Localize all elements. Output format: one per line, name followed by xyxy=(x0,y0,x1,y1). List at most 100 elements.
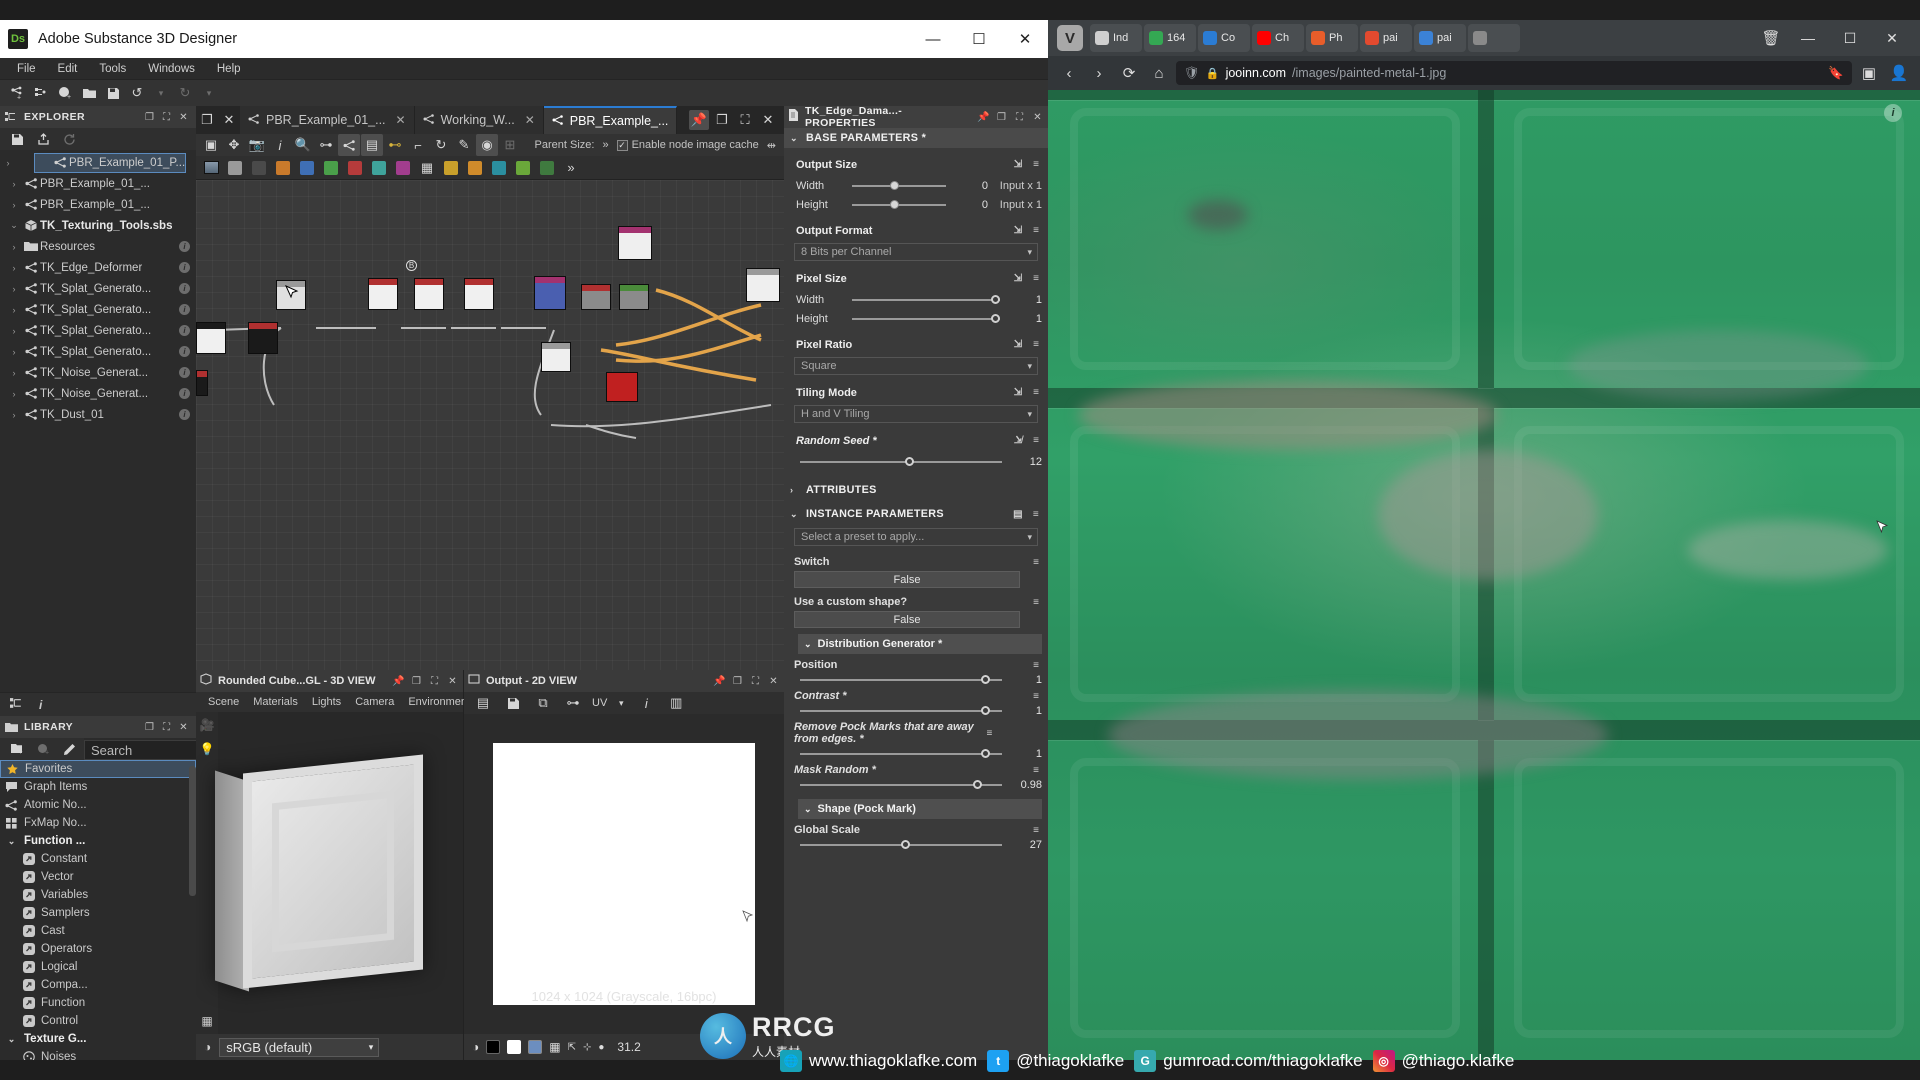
close-icon[interactable]: ✕ xyxy=(177,111,190,124)
library-item[interactable]: Cast xyxy=(0,922,196,940)
tab-working-w[interactable]: Working_W... ✕ xyxy=(414,106,544,134)
info-icon[interactable]: i xyxy=(179,241,190,252)
swatch-lime-icon[interactable] xyxy=(512,157,534,179)
restore-icon[interactable]: ❐ xyxy=(143,111,156,124)
close-icon[interactable]: ✕ xyxy=(1031,111,1044,124)
zoom-icon[interactable]: 🔍 xyxy=(292,134,314,156)
explorer-item[interactable]: › TK_Edge_Deformer i xyxy=(0,257,196,278)
reload-icon[interactable]: ⟳ xyxy=(1116,60,1142,86)
chevron-down-icon[interactable]: ▾ xyxy=(615,692,627,714)
chevron-right-icon[interactable]: › xyxy=(6,410,22,420)
library-item[interactable]: Constant xyxy=(0,850,196,868)
menu-environment[interactable]: Environment xyxy=(408,696,470,708)
menu-file[interactable]: File xyxy=(6,58,47,80)
more-icon[interactable]: » xyxy=(560,157,582,179)
render-icon[interactable]: ▦ xyxy=(201,1014,212,1028)
float-icon[interactable]: ⛶ xyxy=(735,110,755,130)
explorer-item[interactable]: › Resources i xyxy=(0,236,196,257)
output-format-select[interactable]: 8 Bits per Channel ▾ xyxy=(794,243,1038,261)
chevron-right-icon[interactable]: › xyxy=(0,158,16,168)
graph-node[interactable] xyxy=(606,372,638,402)
info-icon[interactable]: i xyxy=(179,388,190,399)
new-folder-icon[interactable]: + xyxy=(8,740,26,758)
dot-icon[interactable]: ● xyxy=(598,1042,604,1053)
library-item[interactable]: Function xyxy=(0,994,196,1012)
refresh-icon[interactable]: ↻ xyxy=(430,134,452,156)
reload-icon[interactable] xyxy=(60,130,78,148)
panel-icon[interactable]: ▣ xyxy=(1856,60,1882,86)
rgb-swatch[interactable] xyxy=(528,1040,543,1054)
chevron-right-icon[interactable]: › xyxy=(6,326,22,336)
menu-help[interactable]: Help xyxy=(206,58,252,80)
move-icon[interactable]: ✥ xyxy=(223,134,245,156)
browser-tab[interactable] xyxy=(1468,24,1520,52)
minimize-button[interactable]: — xyxy=(1790,23,1826,53)
browser-tab[interactable]: Ind xyxy=(1090,24,1142,52)
mask-random-row[interactable]: 0.98 xyxy=(784,777,1048,793)
menu-camera[interactable]: Camera xyxy=(355,696,394,708)
library-list[interactable]: Favorites Graph Items Atomic No... FxMap No… xyxy=(0,760,196,1060)
mask-random-slider[interactable] xyxy=(800,779,1002,791)
chevron-right-icon[interactable]: › xyxy=(6,389,22,399)
explorer-item[interactable]: › PBR_Example_01_... xyxy=(0,173,196,194)
open-icon[interactable] xyxy=(78,82,100,104)
menu-windows[interactable]: Windows xyxy=(137,58,206,80)
global-scale-slider[interactable] xyxy=(800,839,1002,851)
explorer-item[interactable]: › PBR_Example_01_... xyxy=(0,194,196,215)
restore-icon[interactable]: ❐ xyxy=(731,675,744,688)
output-height-row[interactable]: Height 0 Input x 1 xyxy=(784,195,1048,214)
histogram-icon[interactable]: ▥ xyxy=(665,692,687,714)
library-item[interactable]: Noises xyxy=(0,1048,196,1060)
info-icon[interactable]: i xyxy=(269,134,291,156)
swatch-red-icon[interactable] xyxy=(344,157,366,179)
graph-node[interactable] xyxy=(541,342,571,372)
redo-icon[interactable]: ↻ xyxy=(174,82,196,104)
library-item[interactable]: ⌄ Function ... xyxy=(0,832,196,850)
bitmap-icon[interactable]: ◉ xyxy=(476,134,498,156)
pin-icon[interactable]: 📌 xyxy=(689,110,709,130)
swatch-dark-icon[interactable] xyxy=(248,157,270,179)
contrast-slider[interactable] xyxy=(800,705,1002,717)
output-width-row[interactable]: Width 0 Input x 1 xyxy=(784,176,1048,195)
library-item[interactable]: Control xyxy=(0,1012,196,1030)
contrast-row[interactable]: 1 xyxy=(784,703,1048,719)
tabbar-float-icon[interactable]: ❐ xyxy=(196,109,218,131)
swatch-blue-icon[interactable] xyxy=(296,157,318,179)
explorer-tree[interactable]: ››PBR_Example_01_P...›PBR_Example_01_...… xyxy=(0,150,196,692)
browser-tab[interactable]: Co xyxy=(1198,24,1250,52)
tab-pbr-example-active[interactable]: PBR_Example_... xyxy=(543,106,678,134)
save-icon[interactable] xyxy=(502,692,524,714)
swatch-green-icon[interactable] xyxy=(320,157,342,179)
section-instance-parameters[interactable]: ⌄ INSTANCE PARAMETERS ▤ ≡ xyxy=(784,504,1048,524)
graph-node[interactable] xyxy=(618,226,652,260)
pockmarks-slider[interactable] xyxy=(800,748,1002,760)
menu-icon[interactable]: ≡ xyxy=(1030,225,1042,237)
info-icon[interactable]: i xyxy=(179,346,190,357)
save-icon[interactable] xyxy=(8,130,26,148)
float-icon[interactable]: ⛶ xyxy=(160,721,173,734)
pin-icon[interactable]: 📌 xyxy=(392,675,405,688)
menu-lights[interactable]: Lights xyxy=(312,696,341,708)
library-item[interactable]: Vector xyxy=(0,868,196,886)
menu-icon[interactable]: ≡ xyxy=(1030,508,1042,520)
menu-icon[interactable]: ≡ xyxy=(1030,596,1042,608)
browser-tab[interactable]: pai xyxy=(1360,24,1412,52)
graph-node[interactable] xyxy=(619,284,649,310)
explorer-item[interactable]: › TK_Splat_Generato... i xyxy=(0,320,196,341)
center-icon[interactable]: ⊹ xyxy=(583,1042,591,1053)
chevron-right-icon[interactable]: › xyxy=(6,347,22,357)
undo-dropdown-icon[interactable]: ▾ xyxy=(150,82,172,104)
float-icon[interactable]: ⛶ xyxy=(428,675,441,688)
curve-icon[interactable]: ⌐ xyxy=(407,134,429,156)
library-scrollbar[interactable] xyxy=(189,766,196,896)
link-size-icon[interactable]: ⇲ xyxy=(1012,225,1024,237)
custom-shape-toggle[interactable]: False xyxy=(794,611,1020,628)
restore-icon[interactable]: ❐ xyxy=(995,111,1008,124)
close-button[interactable]: ✕ xyxy=(1874,23,1910,53)
browser-content[interactable]: i xyxy=(1048,90,1920,1060)
subsection-distribution-generator[interactable]: ⌄ Distribution Generator * xyxy=(798,634,1042,654)
menu-materials[interactable]: Materials xyxy=(253,696,298,708)
chevron-down-icon[interactable]: ⌄ xyxy=(6,220,22,231)
node-cache-toggle[interactable]: ✓ Enable node image cache xyxy=(616,139,759,151)
float-icon[interactable]: ⛶ xyxy=(1013,111,1026,124)
